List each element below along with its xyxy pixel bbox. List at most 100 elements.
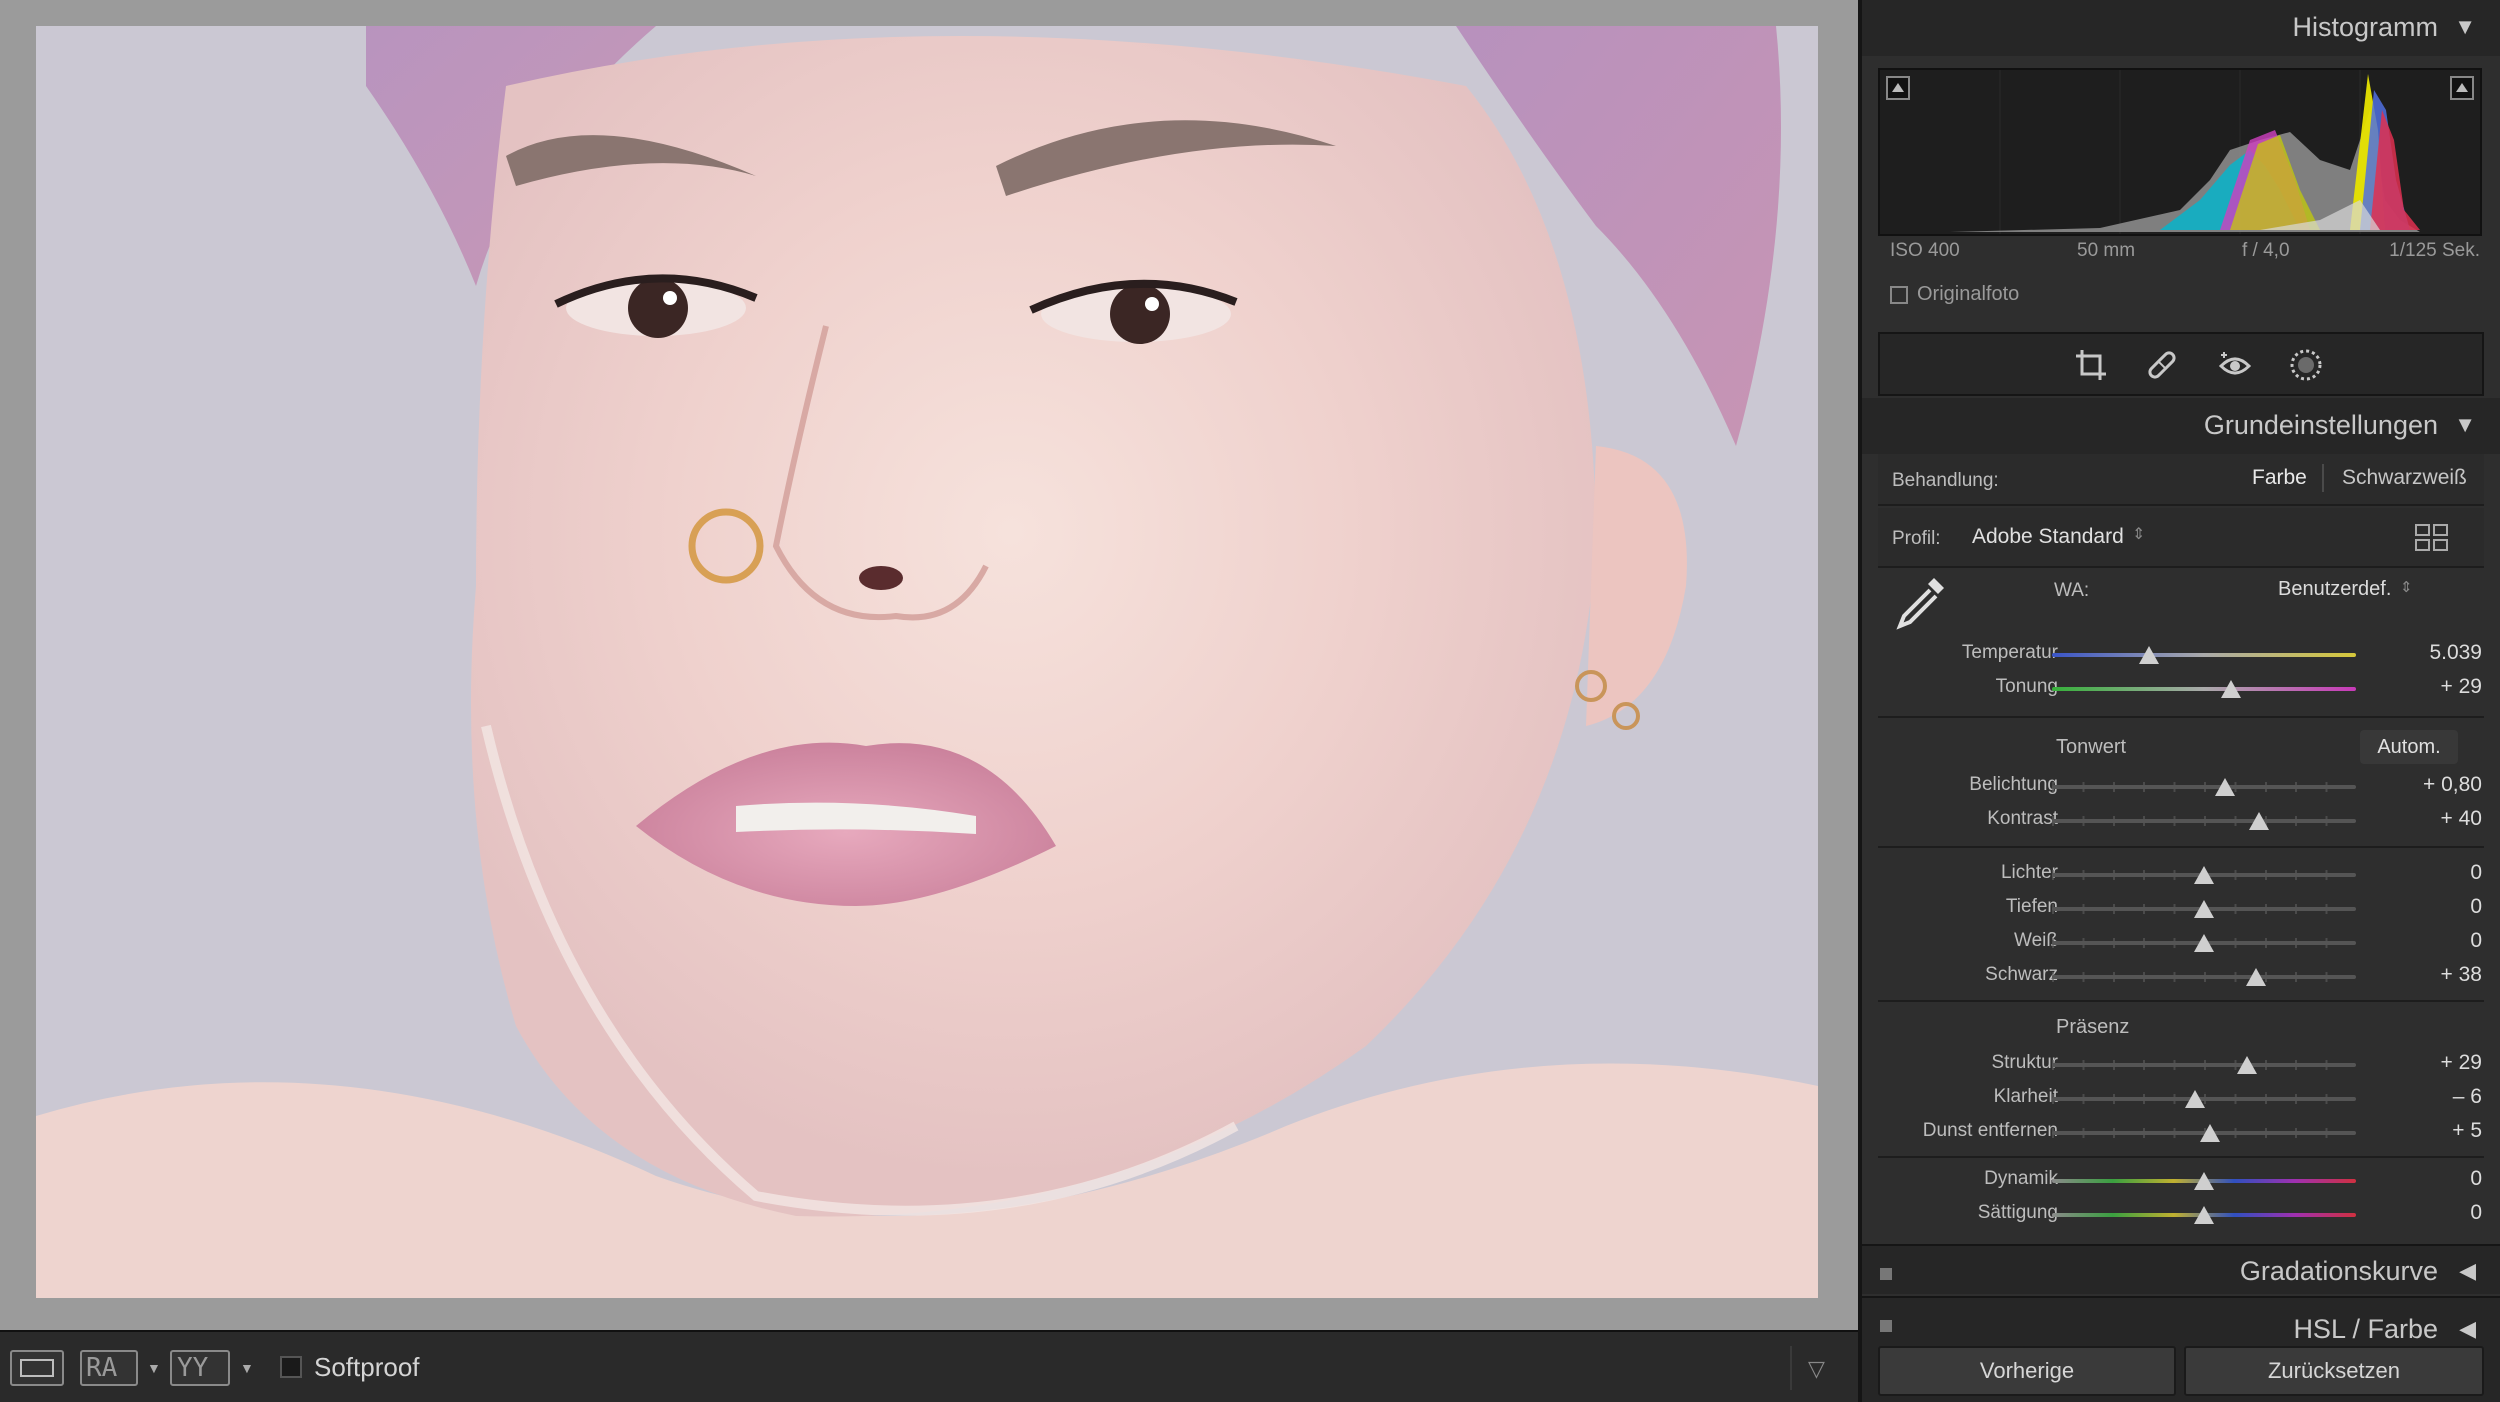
slider-thumb[interactable] (2194, 1172, 2214, 1190)
slider-track[interactable] (2052, 819, 2356, 823)
before-after-tb-button[interactable]: YY (170, 1350, 230, 1386)
reset-button[interactable]: Zurücksetzen (2184, 1346, 2484, 1396)
profile-select[interactable]: Adobe Standard (1972, 525, 2124, 549)
slider-value[interactable]: – 6 (2453, 1085, 2482, 1109)
loupe-view-button[interactable] (10, 1350, 64, 1386)
slider-weiss: Weiß 0 (1862, 926, 2500, 958)
hsl-header[interactable]: HSL / Farbe ◀ (1862, 1296, 2500, 1342)
treatment-row: Behandlung: Farbe Schwarzweiß (1878, 454, 2484, 506)
toolbar-options-dropdown-icon[interactable]: ▽ (1808, 1356, 1825, 1382)
slider-thumb[interactable] (2194, 900, 2214, 918)
red-eye-icon[interactable] (2218, 348, 2252, 382)
original-photo-checkbox[interactable] (1890, 286, 1908, 304)
expand-triangle-icon: ◀ (2459, 1258, 2476, 1283)
chevron-down-icon[interactable]: ▼ (240, 1360, 254, 1376)
previous-button[interactable]: Vorherige (1878, 1346, 2176, 1396)
healing-brush-icon[interactable] (2145, 348, 2179, 382)
profile-browser-grid-icon[interactable] (2414, 522, 2450, 554)
slider-thumb[interactable] (2248, 812, 2269, 830)
slider-thumb[interactable] (2221, 680, 2242, 698)
basic-panel-header[interactable]: Grundeinstellungen ▼ (1862, 398, 2500, 454)
slider-thumb[interactable] (2236, 1056, 2257, 1074)
tone-curve-header[interactable]: Gradationskurve ◀ (1862, 1244, 2500, 1294)
slider-track[interactable] (2052, 785, 2356, 789)
before-after-lr-label: RA (86, 1353, 118, 1383)
slider-dynamik: Dynamik 0 (1862, 1164, 2500, 1196)
collapse-triangle-icon: ▼ (2454, 14, 2476, 39)
slider-value[interactable]: 0 (2470, 1167, 2482, 1191)
slider-value[interactable]: 0 (2470, 861, 2482, 885)
iso-value: ISO 400 (1890, 240, 1960, 261)
slider-thumb[interactable] (2215, 778, 2236, 796)
slider-kontrast: Kontrast + 40 (1862, 804, 2500, 836)
histogram-header[interactable]: Histogramm ▼ (1862, 0, 2500, 56)
masking-icon[interactable] (2289, 348, 2323, 382)
slider-label: Klarheit (1993, 1086, 2058, 1107)
treatment-color-option[interactable]: Farbe (2252, 466, 2307, 490)
tone-group-label: Tonwert (2056, 736, 2127, 758)
section-divider (1878, 1000, 2484, 1002)
exif-info-row: ISO 400 50 mm f / 4,0 1/125 Sek. (1890, 240, 2480, 270)
slider-value[interactable]: 5.039 (2429, 641, 2482, 665)
slider-label: Dynamik (1984, 1168, 2058, 1189)
slider-value[interactable]: 0 (2470, 895, 2482, 919)
treatment-divider (2322, 464, 2324, 492)
slider-thumb[interactable] (2194, 934, 2214, 952)
histogram-curves (1950, 70, 2420, 234)
basic-panel-title: Grundeinstellungen (2203, 410, 2438, 440)
slider-value[interactable]: 0 (2470, 1201, 2482, 1225)
histogram-graph[interactable] (1878, 68, 2482, 236)
white-balance-eyedropper-icon[interactable] (1894, 572, 1950, 630)
before-after-lr-button[interactable]: RA (80, 1350, 138, 1386)
white-balance-select[interactable]: Benutzerdef. (2278, 578, 2391, 601)
slider-track[interactable] (2052, 975, 2356, 979)
lightroom-develop-window: RA ▼ YY ▼ Softproof ▽ Histogramm ▼ ISO 4… (0, 0, 2500, 1402)
slider-label: Dunst entfernen (1922, 1120, 2058, 1141)
slider-track[interactable] (2052, 1063, 2356, 1067)
slider-tiefen: Tiefen 0 (1862, 892, 2500, 924)
slider-track[interactable] (2052, 687, 2356, 691)
treatment-bw-option[interactable]: Schwarzweiß (2342, 466, 2467, 490)
panel-toggle-switch[interactable] (1880, 1320, 1892, 1332)
slider-value[interactable]: + 40 (2441, 807, 2482, 831)
tool-strip (1878, 332, 2484, 396)
slider-value[interactable]: + 5 (2452, 1119, 2482, 1143)
slider-label: Kontrast (1987, 808, 2058, 829)
softproof-checkbox[interactable] (280, 1356, 302, 1378)
white-balance-label: WA: (2054, 580, 2090, 601)
profile-label: Profil: (1892, 528, 1941, 549)
slider-track[interactable] (2052, 653, 2356, 657)
expand-triangle-icon: ◀ (2459, 1316, 2476, 1341)
slider-value[interactable]: + 29 (2441, 1051, 2482, 1075)
before-after-tb-label: YY (177, 1353, 209, 1383)
panel-toggle-switch[interactable] (1880, 1268, 1892, 1280)
profile-stepper-icon[interactable]: ⇕ (2132, 524, 2145, 544)
white-balance-stepper-icon[interactable]: ⇕ (2400, 578, 2413, 596)
develop-panel: Histogramm ▼ ISO 400 50 mm f / 4,0 1/125… (1858, 0, 2500, 1402)
slider-value[interactable]: + 29 (2441, 675, 2482, 699)
chevron-down-icon[interactable]: ▼ (147, 1360, 161, 1376)
slider-thumb[interactable] (2194, 866, 2214, 884)
tone-curve-title: Gradationskurve (2239, 1256, 2438, 1286)
slider-value[interactable]: + 38 (2441, 963, 2482, 987)
portrait-photo[interactable] (36, 26, 1818, 1298)
image-viewer[interactable] (0, 0, 1858, 1330)
slider-dunst-entfernen: Dunst entfernen + 5 (1862, 1116, 2500, 1148)
slider-struktur: Struktur + 29 (1862, 1048, 2500, 1080)
slider-thumb[interactable] (2184, 1090, 2205, 1108)
softproof-label: Softproof (314, 1352, 420, 1382)
hsl-title: HSL / Farbe (2293, 1314, 2438, 1342)
slider-thumb[interactable] (2200, 1124, 2221, 1142)
auto-tone-button[interactable]: Autom. (2360, 730, 2458, 764)
slider-thumb[interactable] (2245, 968, 2266, 986)
slider-label: Sättigung (1977, 1202, 2058, 1223)
histogram-title: Histogramm (2292, 12, 2438, 42)
crop-icon[interactable] (2074, 348, 2108, 382)
slider-thumb[interactable] (2194, 1206, 2214, 1224)
slider-temperatur: Temperatur 5.039 (1862, 638, 2500, 670)
bottom-toolbar: RA ▼ YY ▼ Softproof ▽ (0, 1330, 1858, 1402)
slider-value[interactable]: + 0,80 (2423, 773, 2482, 797)
slider-value[interactable]: 0 (2470, 929, 2482, 953)
slider-thumb[interactable] (2139, 646, 2160, 664)
presence-group-label: Präsenz (2056, 1016, 2130, 1038)
